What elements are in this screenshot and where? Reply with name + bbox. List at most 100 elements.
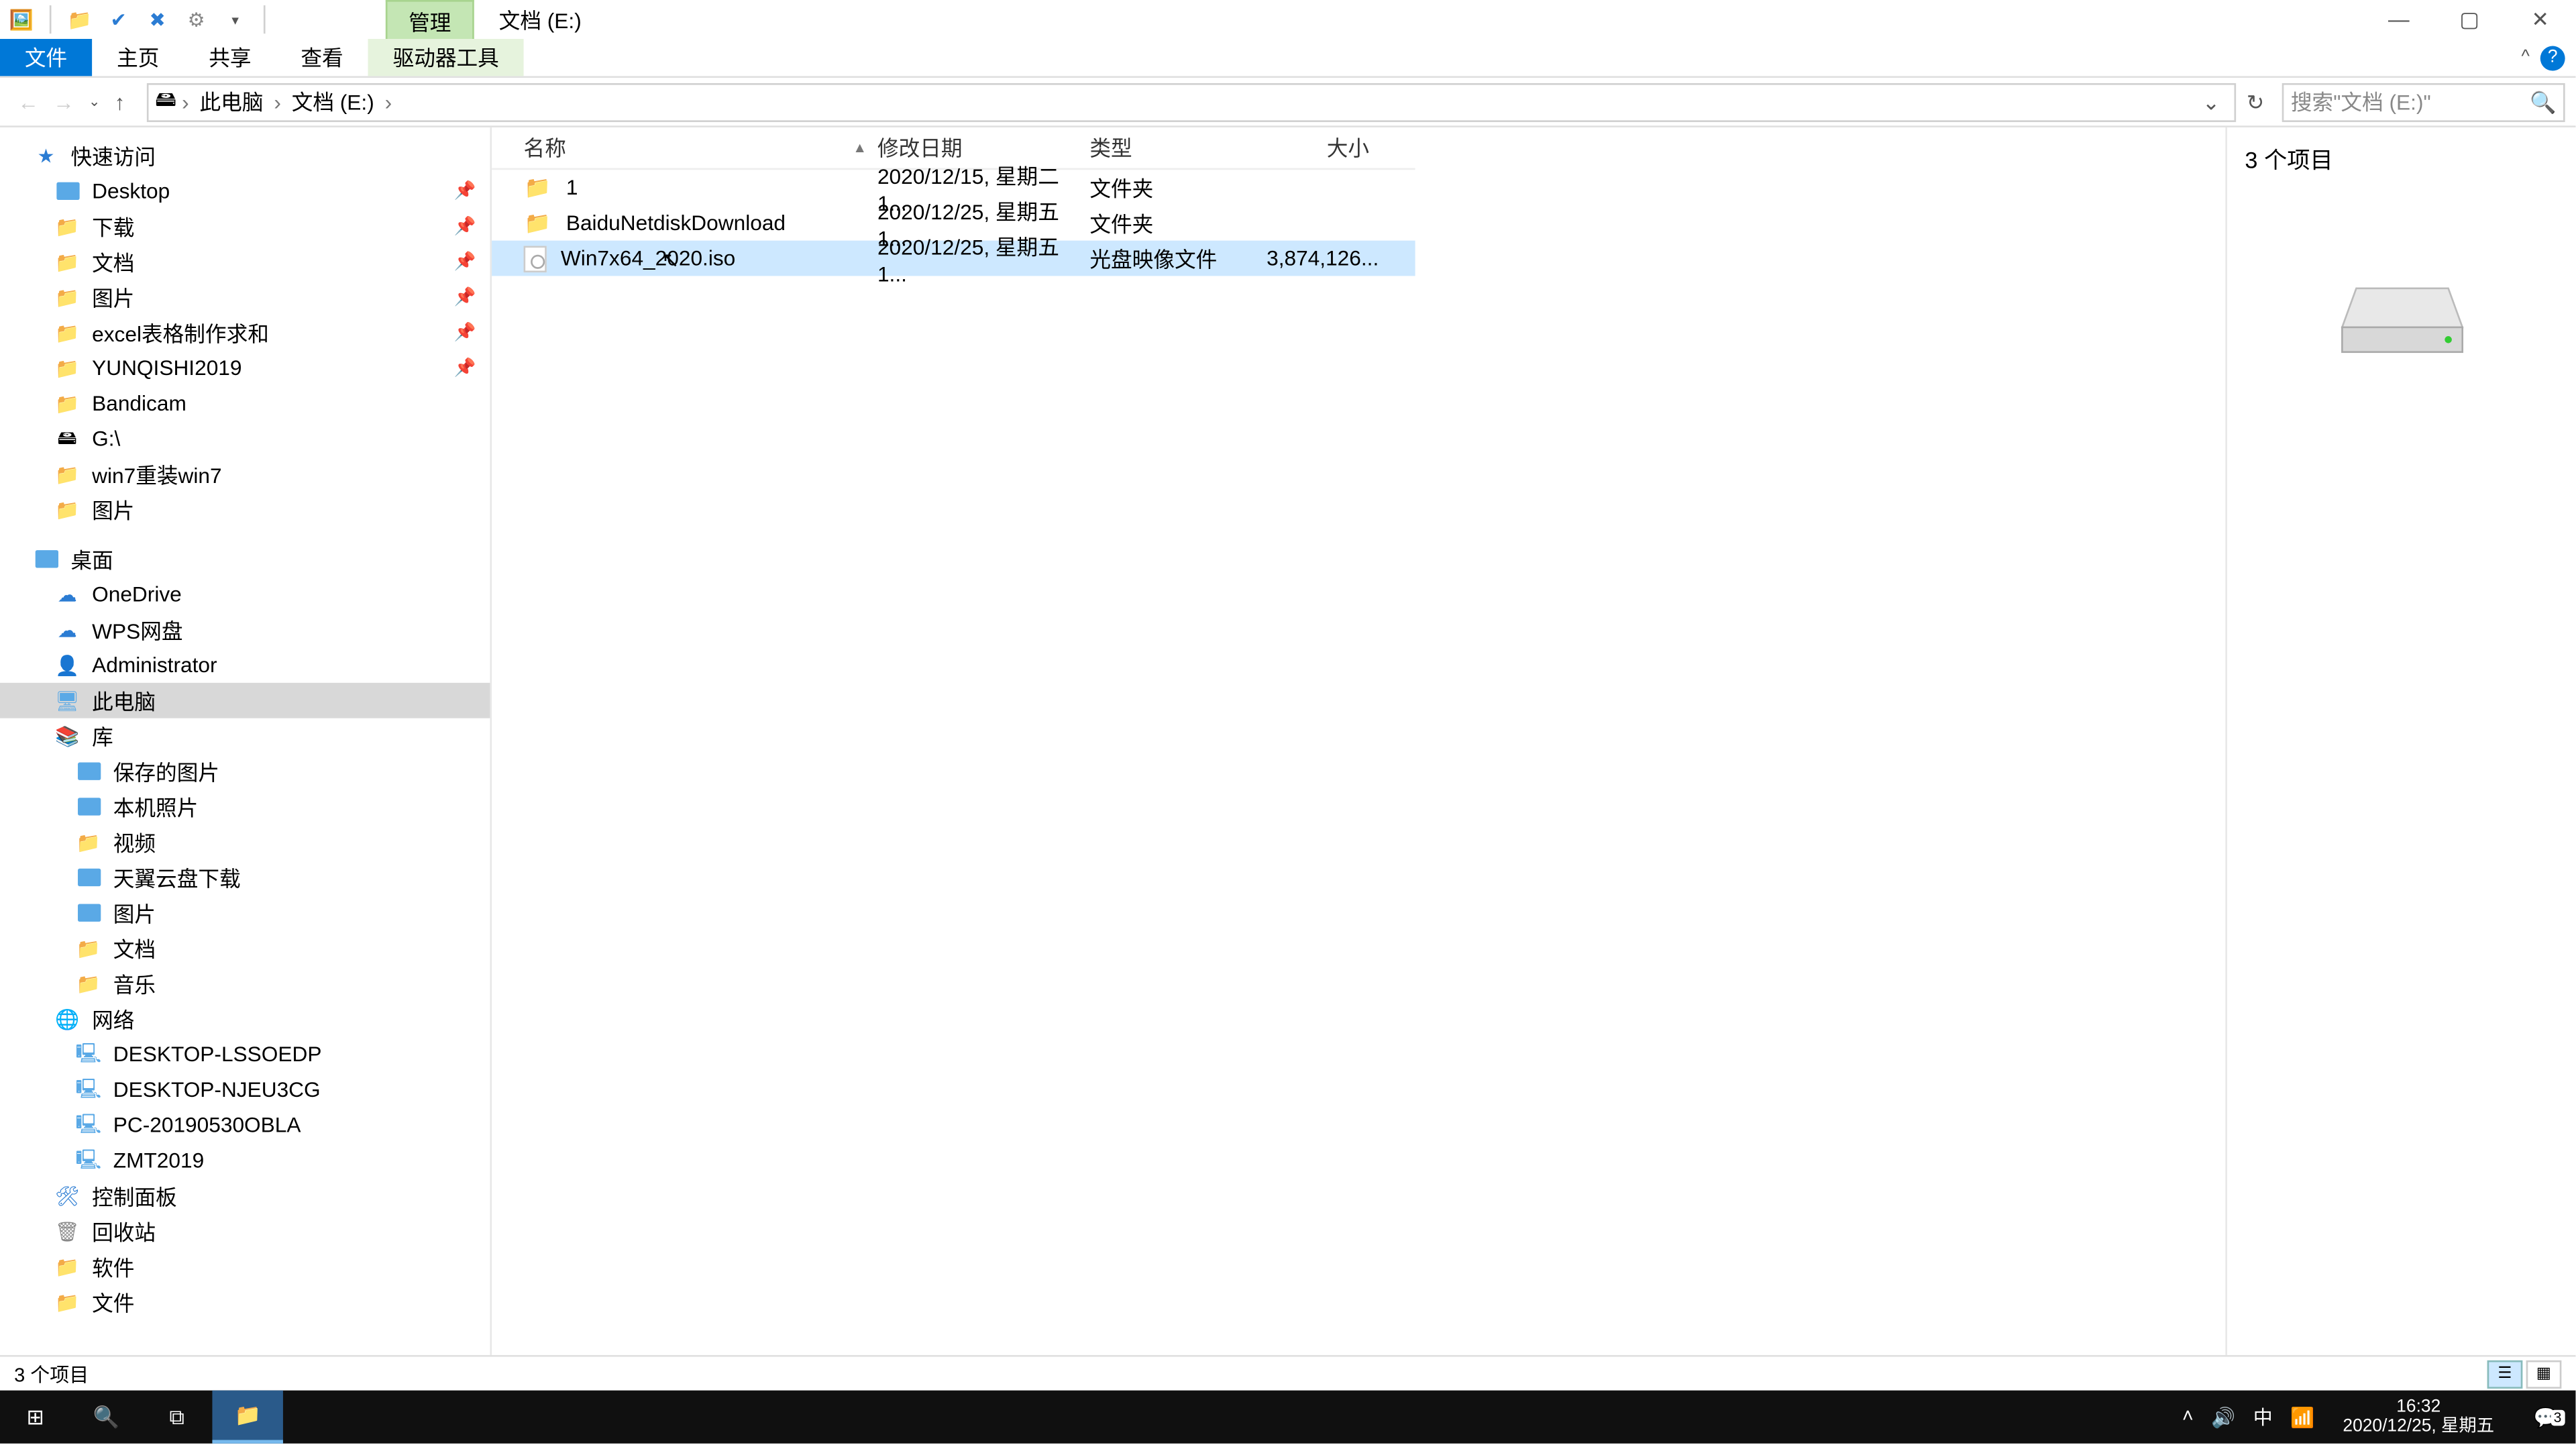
folder-blue-icon [74,757,103,786]
cloud-icon: ☁ [53,616,81,644]
help-button[interactable]: ? [2540,45,2565,70]
start-button[interactable]: ⊞ [0,1391,70,1444]
back-button[interactable]: ← [17,89,39,114]
contextual-tab-manage[interactable]: 管理 [386,0,474,39]
clock[interactable]: 16:32 2020/12/25, 星期五 [2332,1397,2505,1436]
qat-separator-2 [264,5,266,34]
tab-drive-tools-label: 驱动器工具 [393,42,499,72]
tab-view[interactable]: 查看 [276,39,368,76]
column-name[interactable]: 名称 ▲ [492,133,877,163]
nav-item[interactable]: 📁图片 [0,492,490,527]
breadcrumb-sep-0[interactable]: › [176,89,194,114]
file-list[interactable]: 名称 ▲ 修改日期 类型 大小 📁12020/12/15, 星期二 1...文件… [492,127,1415,1355]
sort-ascending-icon: ▲ [853,140,867,156]
nav-item[interactable]: 📁视频 [0,824,490,860]
nav-item[interactable]: ☁WPS网盘 [0,612,490,647]
nav-item[interactable]: ☁OneDrive [0,577,490,612]
chevron-down-icon[interactable]: ▾ [221,5,250,34]
folder-icon[interactable]: 📁 [66,5,94,34]
nav-item[interactable]: 🖳DESKTOP-NJEU3CG [0,1072,490,1108]
nav-item[interactable]: 📚库 [0,718,490,754]
recent-locations-button[interactable]: ⌄ [89,94,101,110]
nav-item[interactable]: 🛠控制面板 [0,1178,490,1214]
ribbon-expand-button[interactable]: ^ [2522,48,2530,67]
nav-item[interactable]: 🖳PC-20190530OBLA [0,1108,490,1143]
nav-item-label: 文档 [92,247,134,277]
nav-item[interactable]: 📁YUNQISHI2019📌 [0,350,490,386]
nav-item[interactable]: 📁软件 [0,1249,490,1285]
details-view-button[interactable]: ☰ [2487,1360,2523,1388]
column-date[interactable]: 修改日期 [877,133,1089,163]
search-icon[interactable]: 🔍 [2530,89,2556,114]
ime-indicator[interactable]: 中 [2253,1403,2273,1431]
nav-item-label: 软件 [92,1252,134,1282]
address-bar[interactable]: 🖴 › 此电脑 › 文档 (E:) › ⌄ [146,83,2236,121]
nav-item[interactable]: 天翼云盘下载 [0,860,490,896]
nav-item-label: 文档 [113,933,156,963]
empty-space[interactable] [1415,127,2226,1355]
breadcrumb-sep-1[interactable]: › [268,89,286,114]
tray-chevron-button[interactable]: ˄ [2182,1406,2194,1428]
nav-item[interactable]: 📁Bandicam [0,386,490,421]
breadcrumb-drive[interactable]: 文档 (E:) [286,87,380,117]
view-mode-buttons: ☰ ▦ [2487,1360,2562,1388]
nav-item[interactable]: 🖥此电脑 [0,683,490,718]
nav-item-label: 库 [92,721,113,751]
tab-drive-tools[interactable]: 驱动器工具 [368,39,524,76]
check-icon[interactable]: ✔ [105,5,133,34]
taskbar-search-button[interactable]: 🔍 [70,1391,141,1444]
file-name: Win7x64_2020.iso [561,246,735,271]
up-button[interactable]: ↑ [115,89,125,114]
nav-item[interactable]: 📁图片📌 [0,280,490,315]
app-icon: 🖼️ [7,5,36,34]
address-dropdown-button[interactable]: ⌄ [2195,89,2227,114]
nav-item[interactable]: 🌐网络 [0,1002,490,1037]
thumbnails-view-button[interactable]: ▦ [2526,1360,2562,1388]
file-row[interactable]: Win7x64_2020.iso2020/12/25, 星期五 1...光盘映像… [492,241,1415,276]
action-center-button[interactable]: 💬 3 [2522,1405,2569,1428]
close-button[interactable]: ✕ [2505,0,2575,39]
nav-item[interactable]: 📁excel表格制作求和📌 [0,315,490,350]
recycle-bin-icon: 🗑 [53,1217,81,1245]
nav-item[interactable]: 桌面 [0,541,490,577]
tab-share[interactable]: 共享 [184,39,276,76]
nav-item[interactable]: 保存的图片 [0,753,490,789]
column-type[interactable]: 类型 [1089,133,1267,163]
nav-item[interactable]: 图片 [0,895,490,930]
nav-item[interactable]: 📁下载📌 [0,209,490,244]
volume-icon[interactable]: 🔊 [2211,1405,2235,1428]
tab-file[interactable]: 文件 [0,39,92,76]
maximize-button[interactable]: ▢ [2434,0,2505,39]
nav-item[interactable]: 📁音乐 [0,966,490,1002]
navigation-pane[interactable]: ★快速访问Desktop📌📁下载📌📁文档📌📁图片📌📁excel表格制作求和📌📁Y… [0,127,492,1355]
gear-icon[interactable]: ⚙ [182,5,211,34]
nav-item[interactable]: 🖴G:\ [0,421,490,457]
pin-icon: 📌 [454,323,476,342]
nav-item[interactable]: 📁win7重装win7 [0,456,490,492]
search-box[interactable]: 搜索"文档 (E:)" 🔍 [2282,83,2565,121]
forward-button[interactable]: → [53,89,74,114]
close-icon[interactable]: ✖ [144,5,172,34]
nav-item[interactable]: 本机照片 [0,789,490,824]
nav-item[interactable]: 🖳DESKTOP-LSSOEDP [0,1036,490,1072]
task-view-button[interactable]: ⧉ [142,1391,212,1444]
file-type: 文件夹 [1089,211,1153,236]
column-size[interactable]: 大小 [1267,133,1376,163]
breadcrumb-this-pc[interactable]: 此电脑 [195,87,269,117]
tab-home[interactable]: 主页 [92,39,184,76]
nav-item[interactable]: 📁文档📌 [0,244,490,280]
minimize-button[interactable]: — [2363,0,2434,39]
nav-item[interactable]: 🗑回收站 [0,1214,490,1249]
nav-item[interactable]: 📁文件 [0,1284,490,1320]
nav-item[interactable]: Desktop📌 [0,173,490,209]
manage-tab-label: 管理 [409,7,451,38]
nav-item[interactable]: ★快速访问 [0,138,490,174]
folder-icon: 📁 [524,173,552,201]
breadcrumb-sep-2[interactable]: › [380,89,397,114]
nav-item[interactable]: 📁文档 [0,930,490,966]
network-icon[interactable]: 📶 [2290,1405,2314,1428]
refresh-button[interactable]: ↻ [2236,89,2275,114]
nav-item[interactable]: 👤Administrator [0,647,490,683]
taskbar-explorer-button[interactable]: 📁 [212,1391,282,1444]
nav-item[interactable]: 🖳ZMT2019 [0,1143,490,1179]
